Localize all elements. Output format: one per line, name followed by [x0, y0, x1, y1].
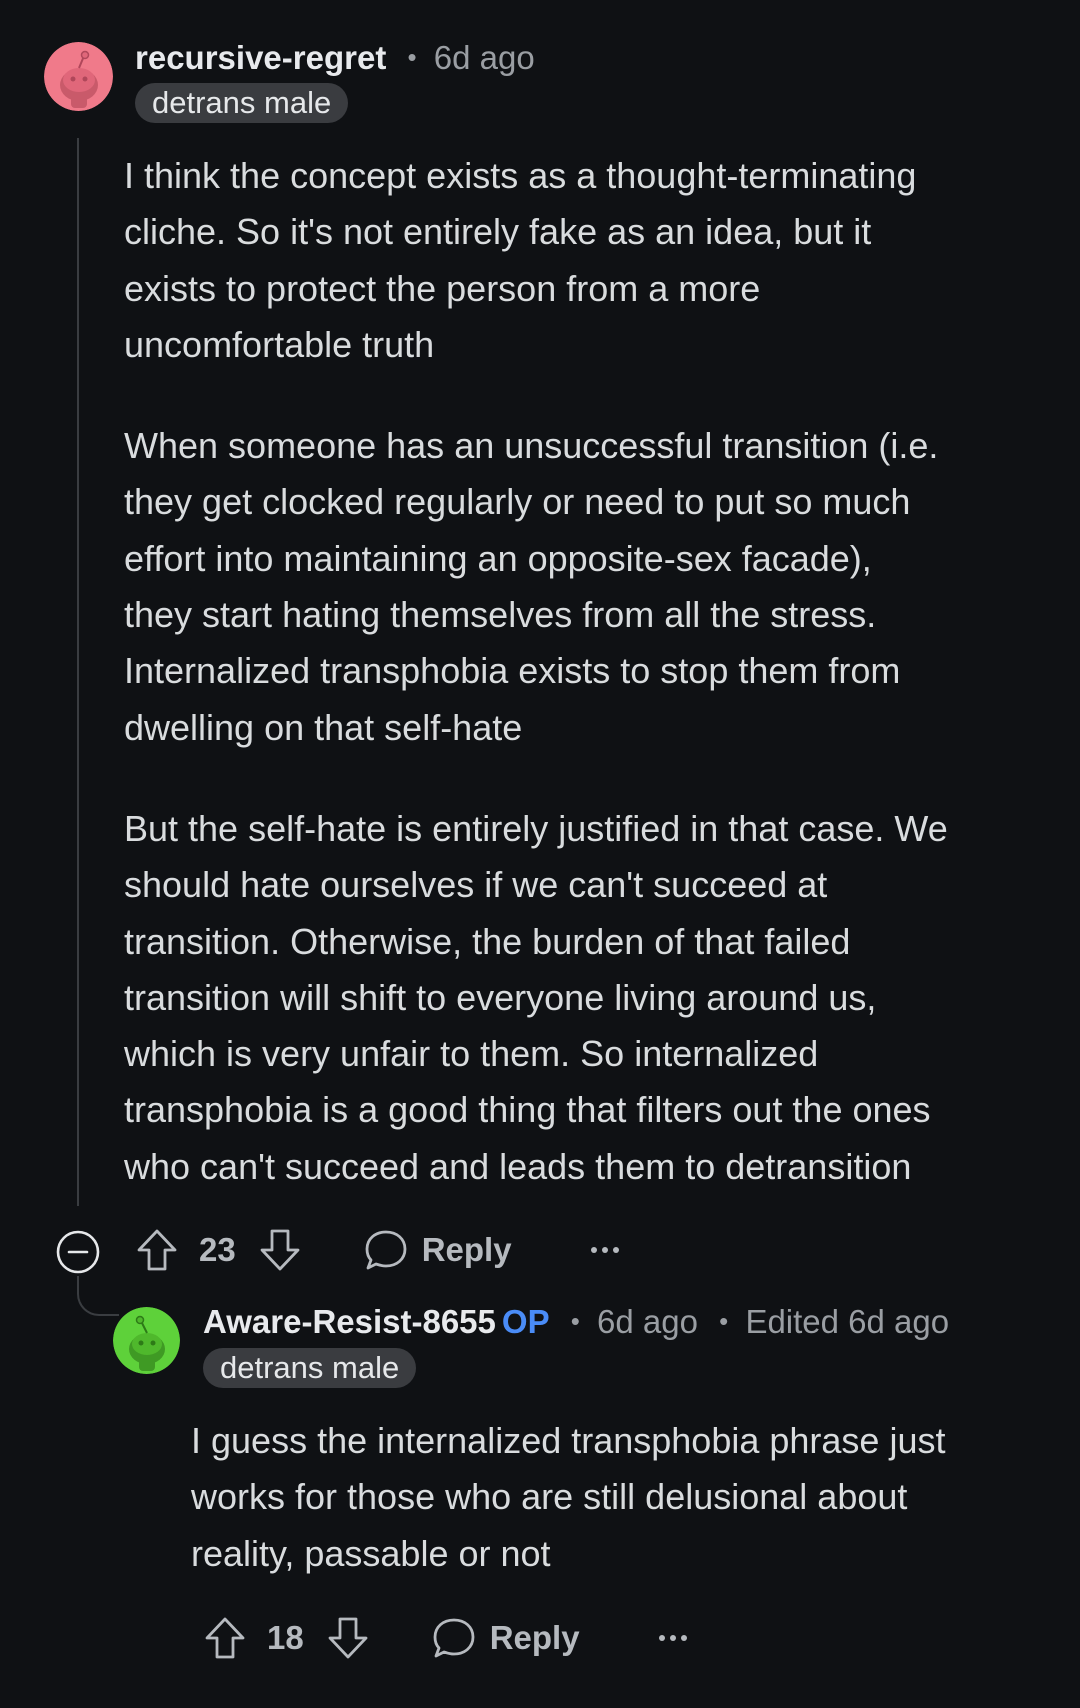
edited-timestamp: Edited 6d ago — [745, 1303, 950, 1340]
text-line: cliche. So it's not entirely fake as an … — [124, 211, 872, 253]
comment-meta: Aware-Resist-8655 OP • 6d ago • Edited 6d… — [203, 1302, 949, 1344]
arrow-down-icon — [260, 1229, 300, 1271]
text-line: who can't succeed and leads them to detr… — [124, 1145, 912, 1187]
reply-label: Reply — [489, 1619, 580, 1656]
thread-connector — [77, 1276, 119, 1316]
vote-count: 18 — [267, 1619, 304, 1656]
timestamp: 6d ago — [433, 39, 535, 76]
reply-button[interactable]: Reply — [364, 1228, 512, 1272]
comment-body: I guess the internalized transphobia phr… — [191, 1413, 945, 1582]
more-options-button[interactable] — [658, 1633, 688, 1643]
arrow-down-icon — [328, 1617, 368, 1659]
ellipsis-icon — [658, 1635, 687, 1641]
text-line: which is very unfair to them. So interna… — [124, 1033, 819, 1075]
text-line: they get clocked regularly or need to pu… — [124, 481, 911, 523]
arrow-up-icon — [205, 1617, 245, 1659]
vote-count: 23 — [199, 1231, 236, 1268]
text-line: transphobia is a good thing that filters… — [124, 1089, 931, 1131]
text-line: When someone has an unsuccessful transit… — [124, 425, 939, 467]
text-line: I think the concept exists as a thought-… — [124, 155, 917, 196]
collapse-thread-icon[interactable] — [56, 1230, 100, 1274]
separator-dot: • — [570, 1306, 580, 1336]
username[interactable]: Aware-Resist-8655 — [203, 1303, 496, 1340]
text-line: transition. Otherwise, the burden of tha… — [124, 920, 851, 962]
reply-button[interactable]: Reply — [432, 1616, 580, 1660]
text-line: uncomfortable truth — [124, 323, 435, 365]
reply-label: Reply — [421, 1231, 512, 1268]
speech-bubble-icon — [365, 1230, 407, 1270]
text-line: works for those who are still delusional… — [191, 1476, 908, 1518]
text-line: dwelling on that self-hate — [124, 706, 523, 748]
downvote-button[interactable] — [326, 1616, 370, 1660]
downvote-button[interactable] — [258, 1228, 302, 1272]
text-line: transition will shift to everyone living… — [124, 976, 877, 1018]
text-line: should hate ourselves if we can't succee… — [124, 864, 828, 906]
text-line: Internalized transphobia exists to stop … — [124, 650, 901, 692]
avatar[interactable] — [44, 42, 113, 111]
comment-paragraph: I think the concept exists as a thought-… — [124, 148, 948, 373]
speech-bubble-icon — [433, 1618, 475, 1658]
text-line: I guess the internalized transphobia phr… — [191, 1420, 946, 1461]
text-line: effort into maintaining an opposite-sex … — [124, 537, 872, 579]
timestamp: 6d ago — [597, 1303, 698, 1340]
ellipsis-icon — [590, 1247, 619, 1253]
text-line: But the self-hate is entirely justified … — [124, 807, 948, 849]
op-badge: OP — [501, 1303, 550, 1340]
upvote-button[interactable] — [135, 1228, 179, 1272]
separator-dot: • — [719, 1306, 729, 1336]
comment-meta: recursive-regret • 6d ago — [135, 38, 535, 80]
upvote-button[interactable] — [203, 1616, 247, 1660]
snoo-avatar-icon — [44, 42, 113, 111]
comment-action-bar: 18 Reply — [203, 1610, 688, 1666]
more-options-button[interactable] — [590, 1245, 620, 1255]
text-line: reality, passable or not — [191, 1532, 551, 1574]
text-line: exists to protect the person from a more — [124, 267, 761, 309]
thread-line — [77, 138, 79, 1206]
text-line: they start hating themselves from all th… — [124, 594, 877, 636]
avatar[interactable] — [113, 1307, 180, 1374]
comment-body: I think the concept exists as a thought-… — [124, 148, 948, 1195]
arrow-up-icon — [137, 1229, 177, 1271]
comment-paragraph: When someone has an unsuccessful transit… — [124, 418, 948, 756]
user-flair: detrans male — [203, 1348, 417, 1388]
snoo-avatar-icon — [113, 1307, 180, 1374]
comment-paragraph: But the self-hate is entirely justified … — [124, 801, 948, 1195]
user-flair: detrans male — [135, 83, 349, 123]
comment-action-bar: 23 Reply — [135, 1222, 620, 1278]
separator-dot: • — [407, 42, 417, 72]
comment-paragraph: I guess the internalized transphobia phr… — [191, 1413, 945, 1582]
username[interactable]: recursive-regret — [135, 39, 386, 76]
